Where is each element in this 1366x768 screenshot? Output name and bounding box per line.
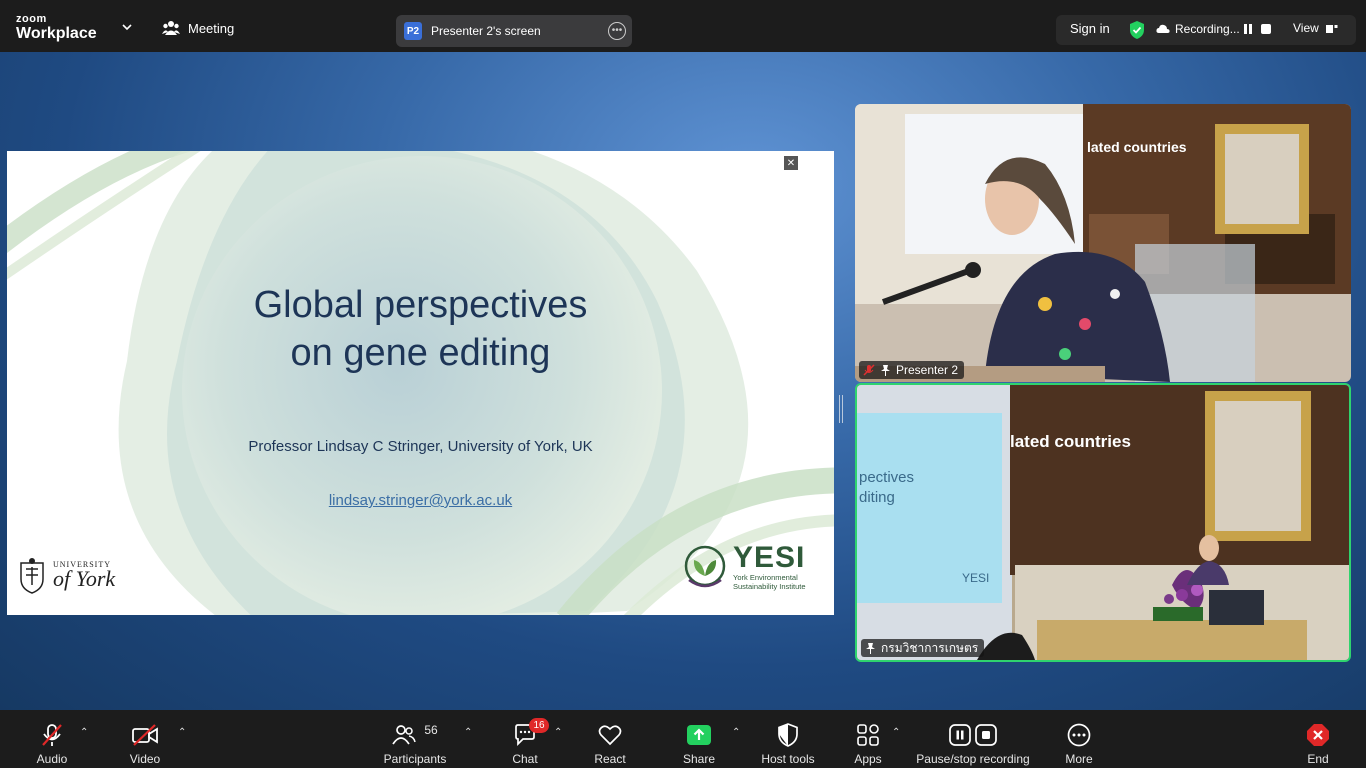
slide-title-line1: Global perspectives <box>253 284 588 326</box>
participants-button[interactable]: 56 Participants <box>380 710 450 768</box>
meeting-people-icon <box>162 21 180 35</box>
more-options-icon[interactable]: ••• <box>608 22 626 40</box>
video-feed-room: pectives diting YESI lated countries <box>857 385 1349 660</box>
apps-options-caret[interactable]: ⌃ <box>892 727 900 738</box>
shared-screen-label: Presenter 2's screen <box>431 24 541 38</box>
video-label: Video <box>129 752 161 766</box>
host-tools-button[interactable]: Host tools <box>758 710 818 768</box>
apps-icon <box>857 724 879 746</box>
video2-participant-name: กรมวิชาการเกษตร <box>881 640 979 655</box>
chat-label: Chat <box>512 752 538 766</box>
host-tools-shield-icon <box>778 723 798 747</box>
participants-count: 56 <box>424 723 438 737</box>
stop-recording-icon <box>975 724 997 746</box>
video2-screen-line1: pectives <box>859 469 914 486</box>
collapse-icon[interactable]: ✕ <box>784 156 798 170</box>
stop-recording-icon[interactable] <box>1261 24 1271 34</box>
shared-screen-pill[interactable]: P2 Presenter 2's screen ••• <box>396 15 632 47</box>
react-button[interactable]: React <box>590 710 630 768</box>
shared-slide: ✕ Global perspectives on gene editing Pr… <box>7 151 834 615</box>
yesi-leaf-icon <box>684 545 726 588</box>
video2-banner-text: lated countries <box>1010 432 1131 451</box>
video2-screen-logo: YESI <box>962 571 989 585</box>
share-screen-icon <box>687 725 711 745</box>
more-label: More <box>1065 752 1093 766</box>
muted-mic-icon <box>863 364 875 376</box>
view-label: View <box>1293 21 1319 35</box>
yesi-title: YESI <box>733 541 806 574</box>
video-off-icon <box>132 724 158 746</box>
mic-muted-icon <box>42 724 62 746</box>
video2-screen-line2: diting <box>859 489 895 506</box>
pause-recording-icon <box>949 724 971 746</box>
audio-options-caret[interactable]: ⌃ <box>80 727 88 738</box>
chat-options-caret[interactable]: ⌃ <box>554 727 562 738</box>
video-feed-presenter-2: lated countries <box>855 104 1351 382</box>
heart-icon <box>598 725 622 746</box>
logo-top: zoom <box>16 13 47 25</box>
york-of-york-text: of York <box>53 566 116 591</box>
share-label: Share <box>682 752 716 766</box>
video1-participant-name: Presenter 2 <box>896 363 959 377</box>
participants-icon <box>392 725 417 745</box>
video1-nameplate: Presenter 2 <box>859 361 965 379</box>
slide-email-link[interactable]: lindsay.stringer@york.ac.uk <box>7 492 834 509</box>
pause-stop-recording-button[interactable]: Pause/stop recording <box>914 710 1032 768</box>
yesi-subtitle-2: Sustainability Institute <box>733 582 806 591</box>
end-icon <box>1307 724 1329 746</box>
apps-button[interactable]: Apps <box>850 710 886 768</box>
york-logo: UNIVERSITY of York <box>17 557 115 595</box>
panel-splitter-handle[interactable] <box>839 395 843 423</box>
host-tools-label: Host tools <box>761 752 815 766</box>
video-button[interactable]: Video <box>126 710 164 768</box>
pin-icon <box>866 643 875 654</box>
recording-status: Recording... <box>1156 22 1240 36</box>
zoom-logo: zoom Workplace <box>16 14 97 42</box>
participants-options-caret[interactable]: ⌃ <box>464 727 472 738</box>
participants-label: Participants <box>383 752 447 766</box>
video-tile-active-speaker[interactable]: pectives diting YESI lated countries กรม… <box>855 383 1351 662</box>
more-button[interactable]: More <box>1060 710 1098 768</box>
cloud-icon <box>1156 24 1170 33</box>
share-button[interactable]: Share <box>680 710 718 768</box>
video-options-caret[interactable]: ⌃ <box>178 727 186 738</box>
view-button[interactable]: View <box>1293 21 1338 35</box>
meeting-toolbar: Audio ⌃ Video ⌃ 56 Participants ⌃ Chat 1… <box>0 710 1366 768</box>
pause-stop-label: Pause/stop recording <box>916 752 1030 766</box>
slide-author: Professor Lindsay C Stringer, University… <box>248 438 593 455</box>
video-tile-presenter-2[interactable]: lated countries Presenter 2 <box>855 104 1351 382</box>
slide-title: Global perspectives on gene editing <box>7 281 834 377</box>
cursor-icon: ☟ <box>826 362 833 374</box>
video2-nameplate: กรมวิชาการเกษตร <box>861 639 985 657</box>
logo-bottom: Workplace <box>16 25 97 42</box>
apps-label: Apps <box>854 752 882 766</box>
end-meeting-button[interactable]: End <box>1300 710 1336 768</box>
yesi-subtitle-1: York Environmental <box>733 573 798 582</box>
top-bar: zoom Workplace Meeting P2 Presenter 2's … <box>0 0 1366 52</box>
sign-in-button[interactable]: Sign in <box>1070 21 1110 36</box>
more-icon <box>1067 723 1091 747</box>
chat-unread-badge: 16 <box>529 718 549 733</box>
audio-button[interactable]: Audio <box>30 710 74 768</box>
video1-banner-text: lated countries <box>1087 139 1187 155</box>
pause-recording-icon[interactable] <box>1244 24 1252 34</box>
audio-label: Audio <box>36 752 68 766</box>
presenter-initials: P2 <box>404 22 422 40</box>
meeting-menu[interactable]: Meeting <box>162 20 234 36</box>
slide-title-line2: on gene editing <box>290 332 551 374</box>
end-label: End <box>1307 752 1329 766</box>
recording-label: Recording... <box>1175 22 1240 36</box>
react-label: React <box>594 752 626 766</box>
york-crest-icon <box>20 558 44 594</box>
chevron-down-icon[interactable] <box>121 22 133 32</box>
pin-icon <box>881 365 890 376</box>
security-shield-icon[interactable] <box>1128 20 1146 40</box>
view-layout-icon <box>1326 24 1338 33</box>
meeting-label: Meeting <box>188 20 235 36</box>
yesi-logo: YESI York Environmental Sustainability I… <box>683 543 806 591</box>
share-options-caret[interactable]: ⌃ <box>732 727 740 738</box>
